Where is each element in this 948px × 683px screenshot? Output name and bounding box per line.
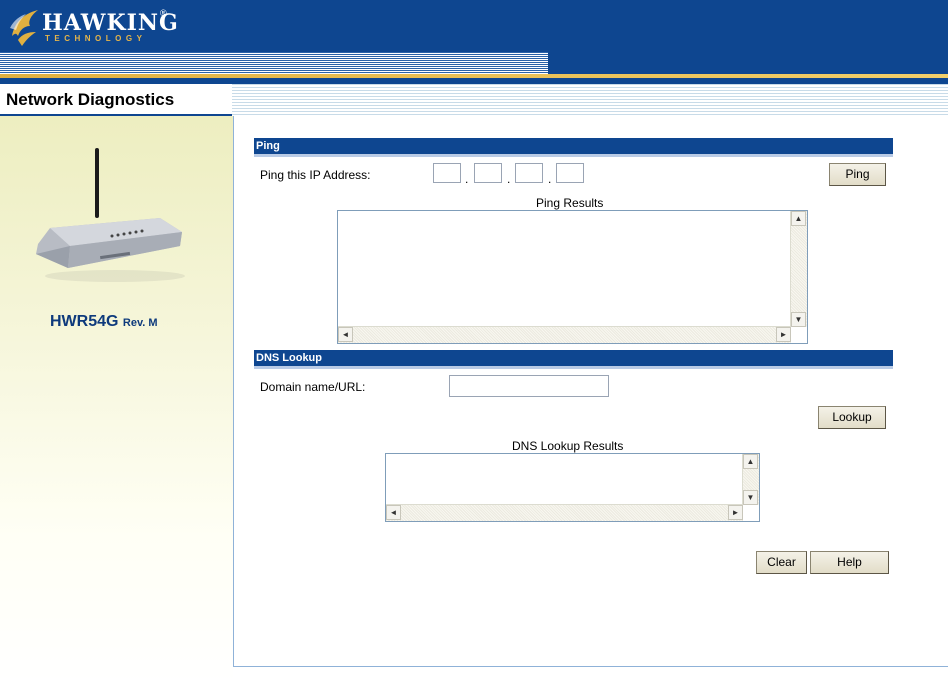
page-title: Network Diagnostics xyxy=(6,90,175,109)
hawking-logo: HAWKING ® TECHNOLOGY xyxy=(8,4,188,48)
ip-octet-1-input[interactable] xyxy=(433,163,461,183)
ip-separator: . xyxy=(548,172,552,186)
dns-results-area[interactable]: ▲ ▼ ◄ ► xyxy=(385,453,760,522)
scroll-left-icon[interactable]: ◄ xyxy=(338,327,353,342)
domain-input[interactable] xyxy=(449,375,609,397)
help-button[interactable]: Help xyxy=(810,551,889,574)
ip-octet-3-input[interactable] xyxy=(515,163,543,183)
dns-results-vscrollbar[interactable]: ▲ ▼ xyxy=(742,454,759,505)
hawk-logo-icon xyxy=(10,10,38,46)
ping-results-label: Ping Results xyxy=(536,196,604,210)
lookup-button[interactable]: Lookup xyxy=(818,406,886,429)
scroll-left-icon[interactable]: ◄ xyxy=(386,505,401,520)
clear-button[interactable]: Clear xyxy=(756,551,807,574)
title-stripes xyxy=(230,84,948,116)
scroll-up-icon[interactable]: ▲ xyxy=(743,454,758,469)
device-model: HWR54G Rev. M xyxy=(50,313,158,331)
brand-name: HAWKING xyxy=(42,10,179,36)
header-stripes-solid xyxy=(548,52,948,74)
ping-results-area[interactable]: ▲ ▼ ◄ ► xyxy=(337,210,808,344)
ip-octet-4-input[interactable] xyxy=(556,163,584,183)
ip-separator: . xyxy=(507,172,511,186)
ip-separator: . xyxy=(465,172,469,186)
model-name: HWR54G xyxy=(50,313,119,330)
scroll-down-icon[interactable]: ▼ xyxy=(791,312,806,327)
ping-section-header: Ping xyxy=(254,138,893,157)
header-banner: HAWKING ® TECHNOLOGY xyxy=(0,0,948,52)
ping-button[interactable]: Ping xyxy=(829,163,886,186)
brand-tagline: TECHNOLOGY xyxy=(45,34,147,43)
ping-ip-label: Ping this IP Address: xyxy=(260,168,371,182)
model-revision: Rev. M xyxy=(122,317,158,329)
scroll-up-icon[interactable]: ▲ xyxy=(791,211,806,226)
scroll-right-icon[interactable]: ► xyxy=(776,327,791,342)
ping-results-hscrollbar[interactable]: ◄ ► xyxy=(338,326,791,343)
dns-domain-label: Domain name/URL: xyxy=(260,380,366,394)
scroll-down-icon[interactable]: ▼ xyxy=(743,490,758,505)
dns-section-header: DNS Lookup xyxy=(254,350,893,369)
page-title-box: Network Diagnostics xyxy=(0,84,232,116)
ping-results-vscrollbar[interactable]: ▲ ▼ xyxy=(790,211,807,327)
dns-results-label: DNS Lookup Results xyxy=(512,439,624,453)
dns-results-hscrollbar[interactable]: ◄ ► xyxy=(386,504,743,521)
ip-octet-2-input[interactable] xyxy=(474,163,502,183)
sidebar: HWR54G Rev. M xyxy=(0,116,233,683)
registered-mark: ® xyxy=(160,8,167,18)
scroll-right-icon[interactable]: ► xyxy=(728,505,743,520)
router-image xyxy=(36,148,185,282)
